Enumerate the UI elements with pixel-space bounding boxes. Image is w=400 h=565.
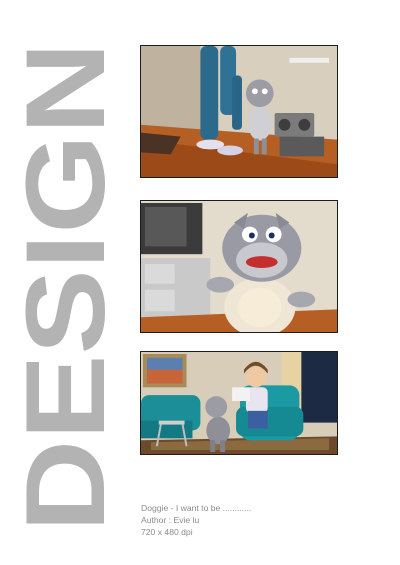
page: DESIGN Doggie - I want to be ...........… [0, 0, 400, 565]
caption-resolution: 720 x 480 dpi [141, 527, 193, 537]
side-title-text: DESIGN [22, 42, 106, 532]
frame-scene-2 [140, 200, 338, 333]
caption-title: Doggie - I want to be ............ [141, 503, 252, 513]
caption: Doggie - I want to be ............ Autho… [141, 502, 251, 538]
side-title: DESIGN [22, 40, 106, 532]
frame-scene-1 [140, 45, 338, 178]
frame-scene-3 [140, 351, 338, 455]
caption-author: Author : Evie lu [141, 515, 200, 525]
